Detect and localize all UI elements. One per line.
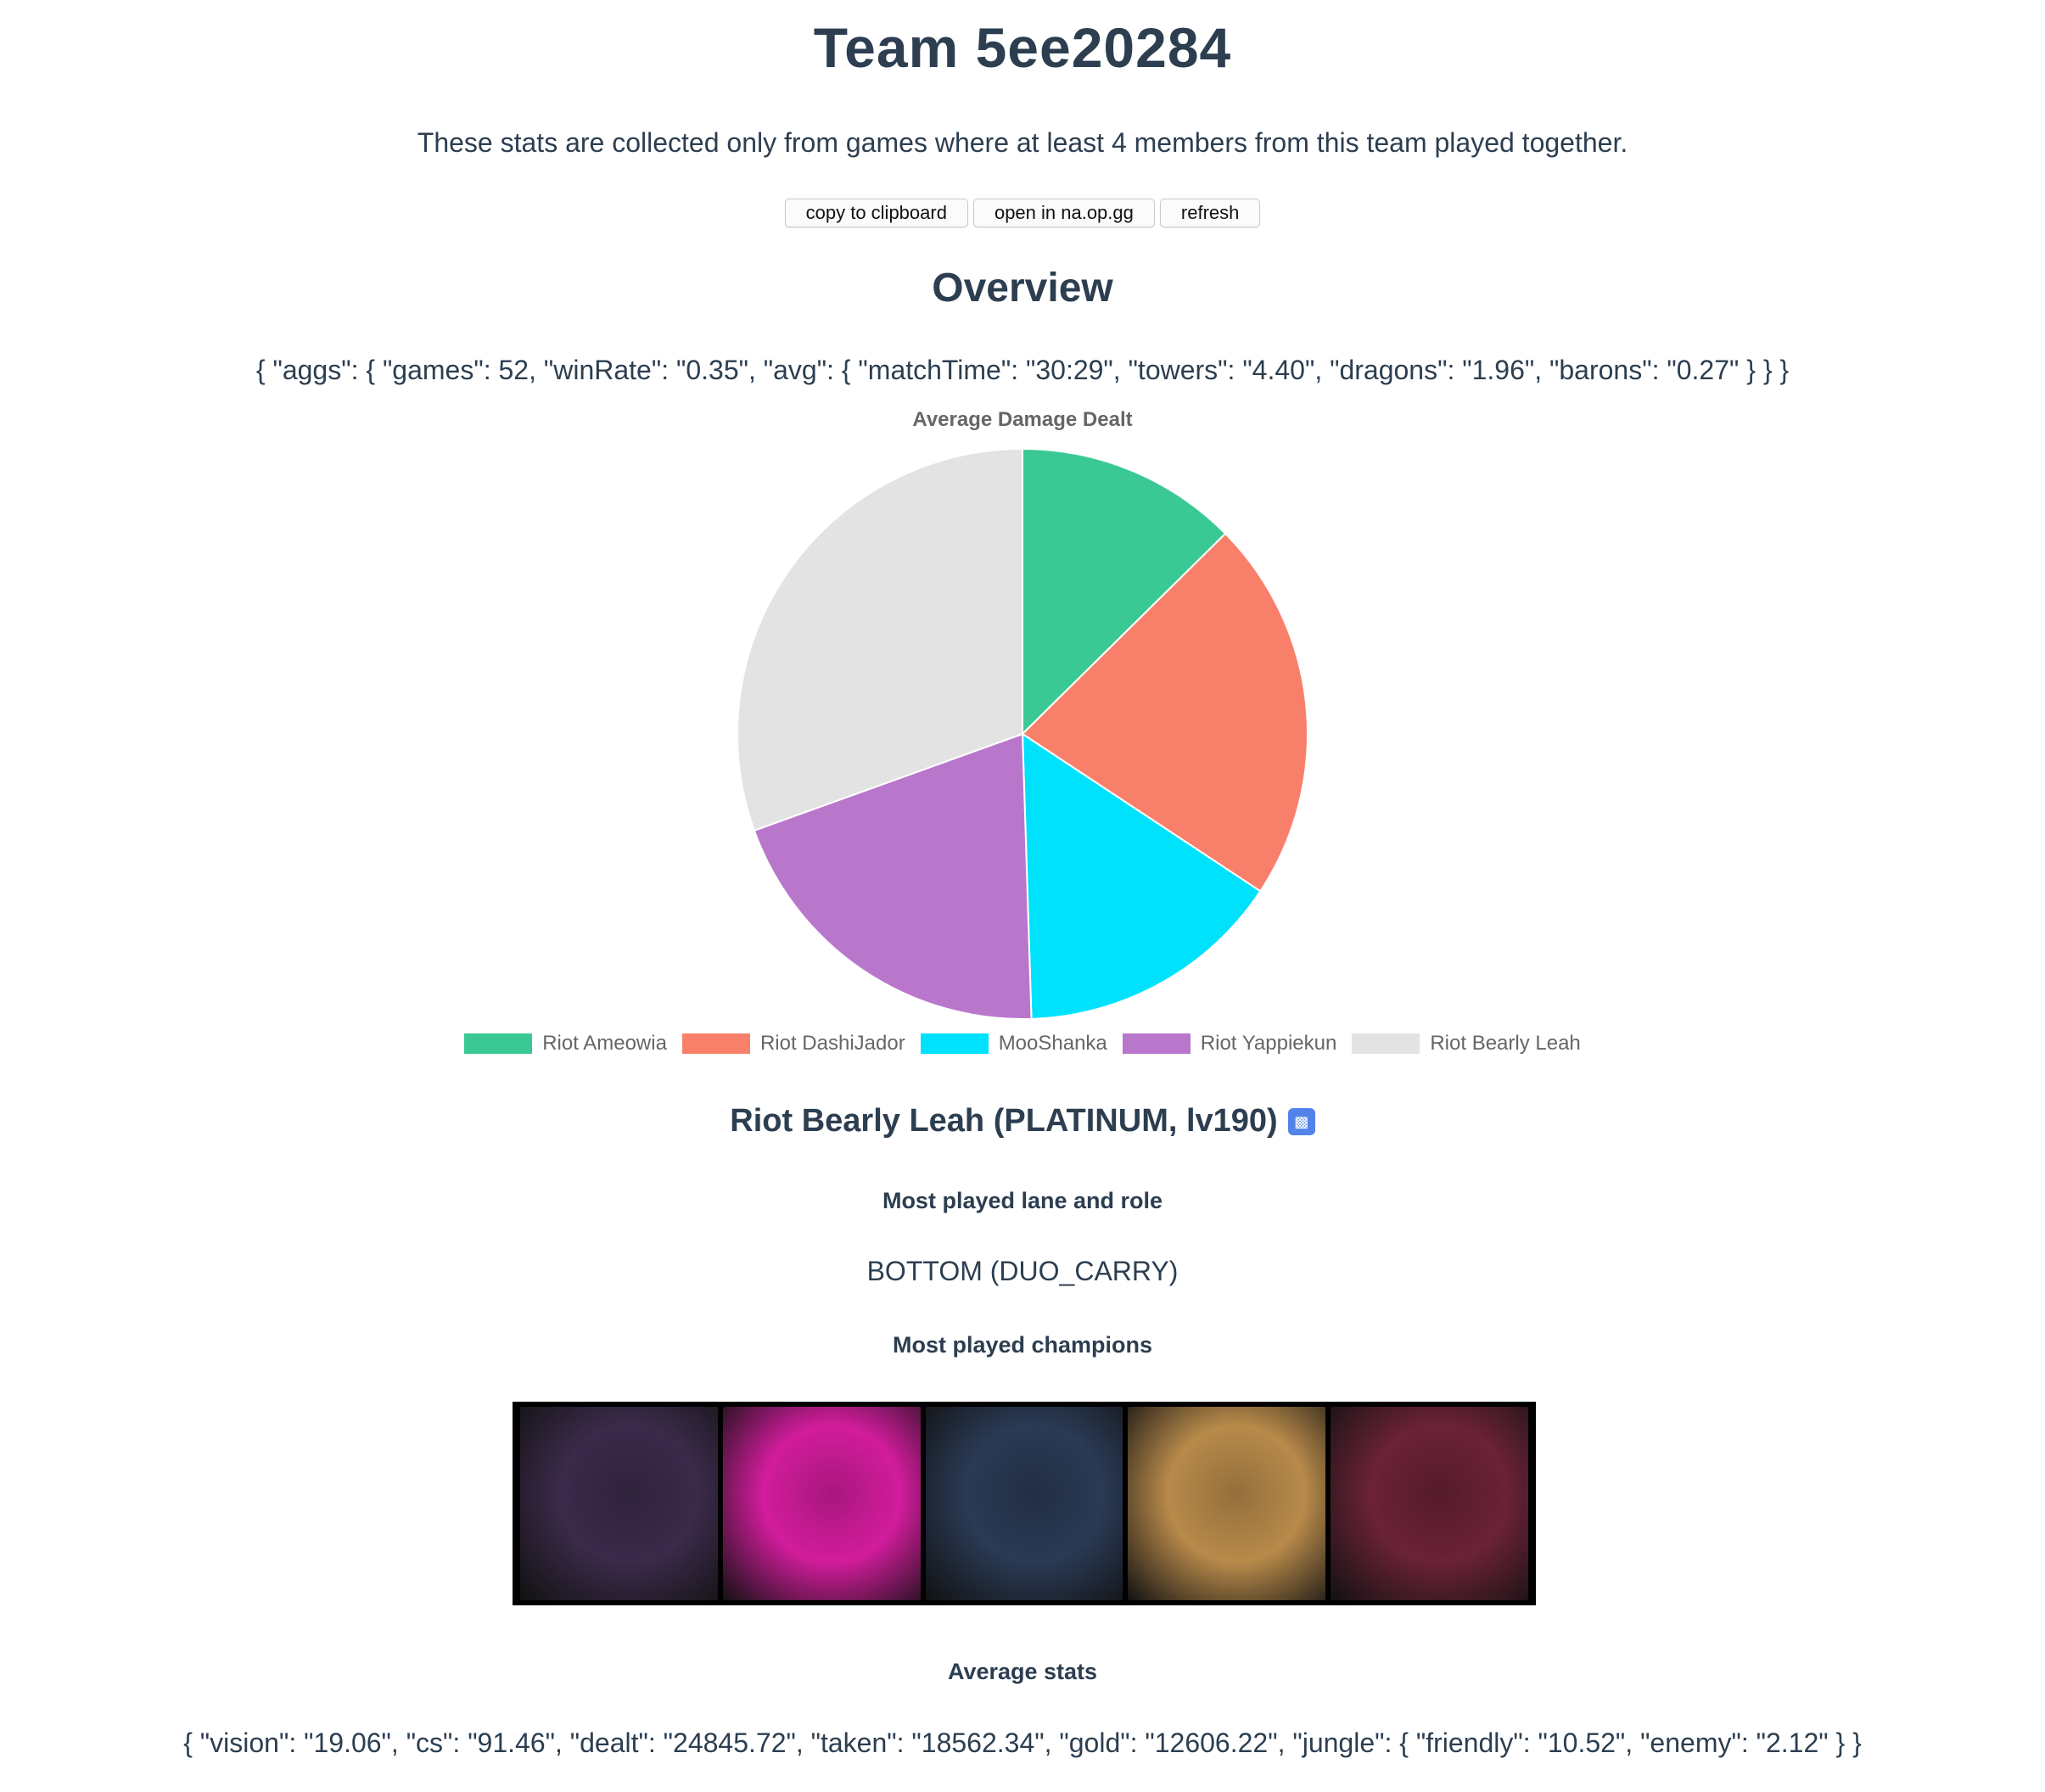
champion-portrait xyxy=(1331,1407,1528,1600)
chart-legend: Riot Ameowia Riot DashiJador MooShanka Riot… xyxy=(0,1032,2045,1056)
legend-item[interactable]: MooShanka xyxy=(920,1032,1107,1056)
legend-label: Riot DashiJador xyxy=(759,1032,905,1055)
chart-title: Average Damage Dealt xyxy=(912,408,1132,431)
toolbar: copy to clipboard open in na.op.gg refre… xyxy=(0,199,2045,227)
stats-text: { "vision": "19.06", "cs": "91.46", "dea… xyxy=(183,1728,1862,1758)
champions-heading: Most played champions xyxy=(892,1332,1153,1358)
overview-heading: Overview xyxy=(932,266,1113,311)
copy-to-clipboard-button[interactable]: copy to clipboard xyxy=(784,199,968,227)
lane-heading: Most played lane and role xyxy=(882,1188,1163,1213)
page-title: Team 5ee20284 xyxy=(813,16,1232,79)
legend-swatch xyxy=(464,1033,533,1054)
damage-pie-chart: Average Damage Dealt xyxy=(0,399,2045,1061)
legend-swatch xyxy=(681,1033,750,1054)
legend-swatch xyxy=(920,1033,989,1054)
stats-heading: Average stats xyxy=(947,1659,1098,1684)
pie-slices xyxy=(737,447,1308,1020)
champion-portrait xyxy=(520,1407,718,1600)
champions-strip xyxy=(513,1402,1536,1605)
player-name: Riot Bearly Leah (PLATINUM, lv190) xyxy=(730,1103,1278,1139)
overview-aggregates-text: { "aggs": { "games": 52, "winRate": "0.3… xyxy=(255,355,1790,385)
page-subtitle: These stats are collected only from game… xyxy=(417,127,1628,158)
legend-swatch xyxy=(1122,1033,1191,1054)
legend-label: Riot Bearly Leah xyxy=(1430,1032,1581,1055)
pie-chart-svg: Average Damage Dealt xyxy=(737,408,1308,1020)
legend-item[interactable]: Riot Yappiekun xyxy=(1122,1032,1337,1056)
champion-portrait xyxy=(722,1407,921,1600)
legend-label: Riot Yappiekun xyxy=(1200,1032,1337,1055)
legend-label: MooShanka xyxy=(998,1032,1107,1055)
refresh-button[interactable]: refresh xyxy=(1159,199,1261,227)
legend-label: Riot Ameowia xyxy=(542,1032,667,1055)
legend-swatch xyxy=(1352,1033,1420,1054)
open-opgg-button[interactable]: open in na.op.gg xyxy=(972,199,1155,227)
legend-item[interactable]: Riot DashiJador xyxy=(681,1032,905,1056)
op-gg-icon[interactable]: ▩ xyxy=(1287,1107,1315,1135)
legend-item[interactable]: Riot Bearly Leah xyxy=(1352,1032,1581,1056)
champion-portrait xyxy=(1128,1407,1326,1600)
lane-value: BOTTOM (DUO_CARRY) xyxy=(866,1256,1179,1286)
legend-item[interactable]: Riot Ameowia xyxy=(464,1032,667,1056)
champion-portrait xyxy=(925,1407,1123,1600)
player-header: Riot Bearly Leah (PLATINUM, lv190) ▩ xyxy=(0,1103,2045,1140)
